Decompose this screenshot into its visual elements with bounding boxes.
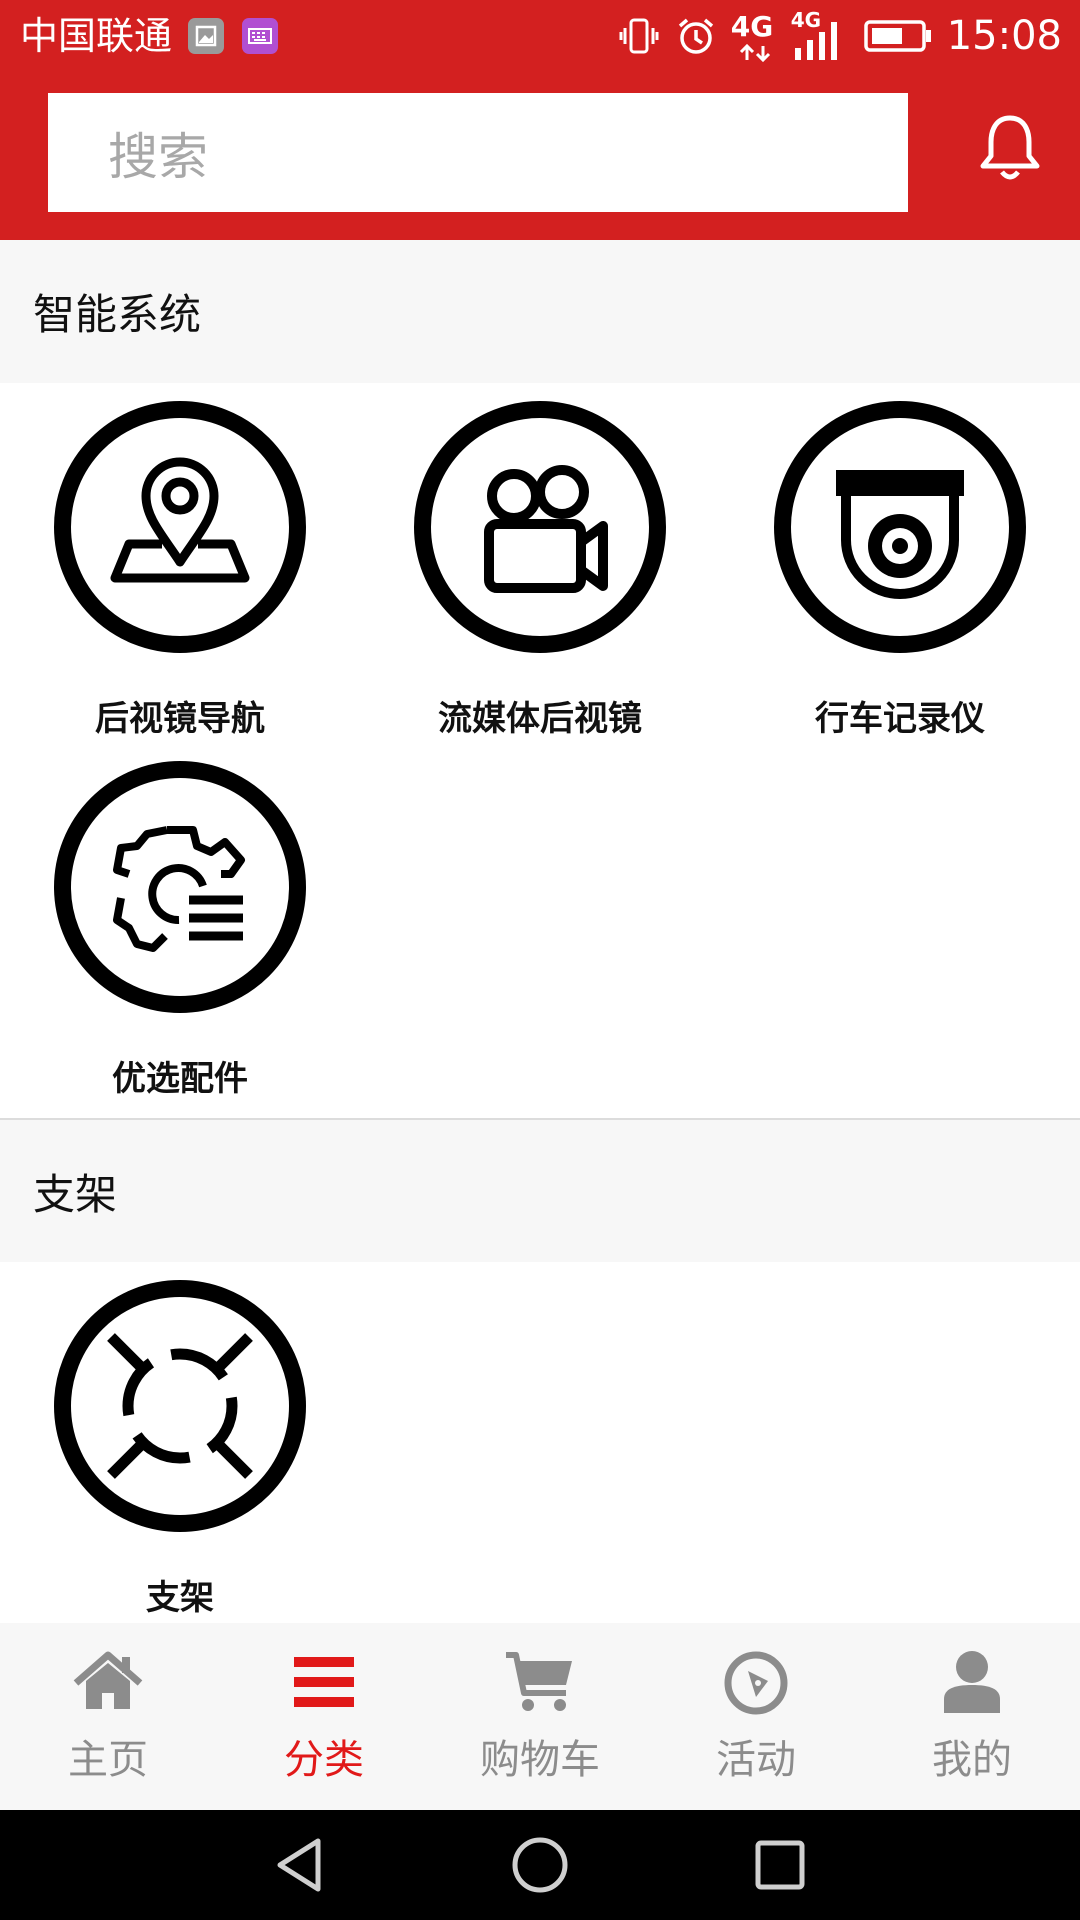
vibrate-icon	[619, 18, 659, 54]
search-placeholder: 搜索	[108, 127, 208, 186]
category-label: 行车记录仪	[815, 699, 985, 739]
signal-icon	[794, 22, 837, 60]
category-item[interactable]: 流媒体后视镜	[360, 401, 720, 740]
tab-label: 主页	[68, 1737, 148, 1783]
category-label: 后视镜导航	[95, 699, 265, 739]
dashcam-icon	[836, 470, 964, 599]
alarm-icon	[678, 18, 713, 54]
lifebuoy-icon	[107, 1333, 253, 1479]
category-label: 支架	[146, 1578, 214, 1618]
gear-list-icon	[113, 826, 245, 952]
category-label: 优选配件	[112, 1059, 248, 1099]
app-header: 中国联通 4G 4G 15:08 搜索	[0, 0, 1080, 240]
section-header-smart-system: 智能系统	[0, 240, 1080, 383]
menu-icon	[294, 1657, 354, 1707]
category-item[interactable]: 优选配件	[0, 761, 360, 1100]
category-icon-circle	[54, 1280, 306, 1532]
section-title: 支架	[33, 1169, 118, 1219]
category-icon-circle	[54, 761, 306, 1013]
video-camera-icon	[484, 465, 608, 593]
compass-icon	[724, 1651, 788, 1715]
recents-icon[interactable]	[750, 1835, 810, 1895]
tab-label: 分类	[284, 1737, 364, 1783]
tab-label: 活动	[716, 1737, 796, 1783]
search-input[interactable]: 搜索	[48, 93, 908, 212]
category-label: 流媒体后视镜	[438, 699, 642, 739]
tab-cart[interactable]: 购物车	[432, 1623, 648, 1810]
battery-icon	[863, 20, 931, 52]
gallery-notification-icon	[188, 18, 224, 54]
back-icon[interactable]	[270, 1835, 330, 1895]
data-arrows-icon	[739, 44, 770, 62]
category-icon-circle	[774, 401, 1026, 653]
bell-icon[interactable]	[975, 112, 1045, 184]
section-title: 智能系统	[33, 290, 202, 339]
category-item[interactable]: 支架	[0, 1280, 360, 1619]
home-icon	[73, 1651, 143, 1709]
user-icon	[944, 1651, 1000, 1713]
section-header-bracket: 支架	[0, 1120, 1080, 1262]
tab-label: 购物车	[480, 1737, 600, 1783]
tab-activity[interactable]: 活动	[648, 1623, 864, 1810]
status-bar: 中国联通 4G 4G 15:08	[0, 0, 1080, 72]
home-circle-icon[interactable]	[510, 1835, 570, 1895]
category-item[interactable]: 后视镜导航	[0, 401, 360, 740]
keyboard-notification-icon	[242, 18, 278, 54]
cart-icon	[506, 1652, 572, 1711]
status-indicators: 4G 4G 15:08	[617, 8, 1062, 64]
category-icon-circle	[54, 401, 306, 653]
network-type-label: 4G	[730, 10, 774, 43]
tab-label: 我的	[932, 1737, 1012, 1783]
network-4g-indicator: 4G	[731, 8, 783, 64]
category-item[interactable]: 行车记录仪	[720, 401, 1080, 740]
status-time: 15:08	[946, 13, 1062, 59]
system-nav-bar	[0, 1810, 1080, 1920]
bottom-tab-bar: 主页 分类 购物车 活动 我的	[0, 1623, 1080, 1810]
screen: 中国联通 4G 4G 15:08 搜索 智能系统 后视镜导航 流媒体后视镜 行车…	[0, 0, 1080, 1920]
map-pin-icon	[110, 457, 250, 583]
tab-home[interactable]: 主页	[0, 1623, 216, 1810]
tab-profile[interactable]: 我的	[864, 1623, 1080, 1810]
tab-category[interactable]: 分类	[216, 1623, 432, 1810]
signal-indicator: 4G	[791, 8, 847, 64]
category-icon-circle	[414, 401, 666, 653]
carrier-name: 中国联通	[20, 14, 173, 58]
